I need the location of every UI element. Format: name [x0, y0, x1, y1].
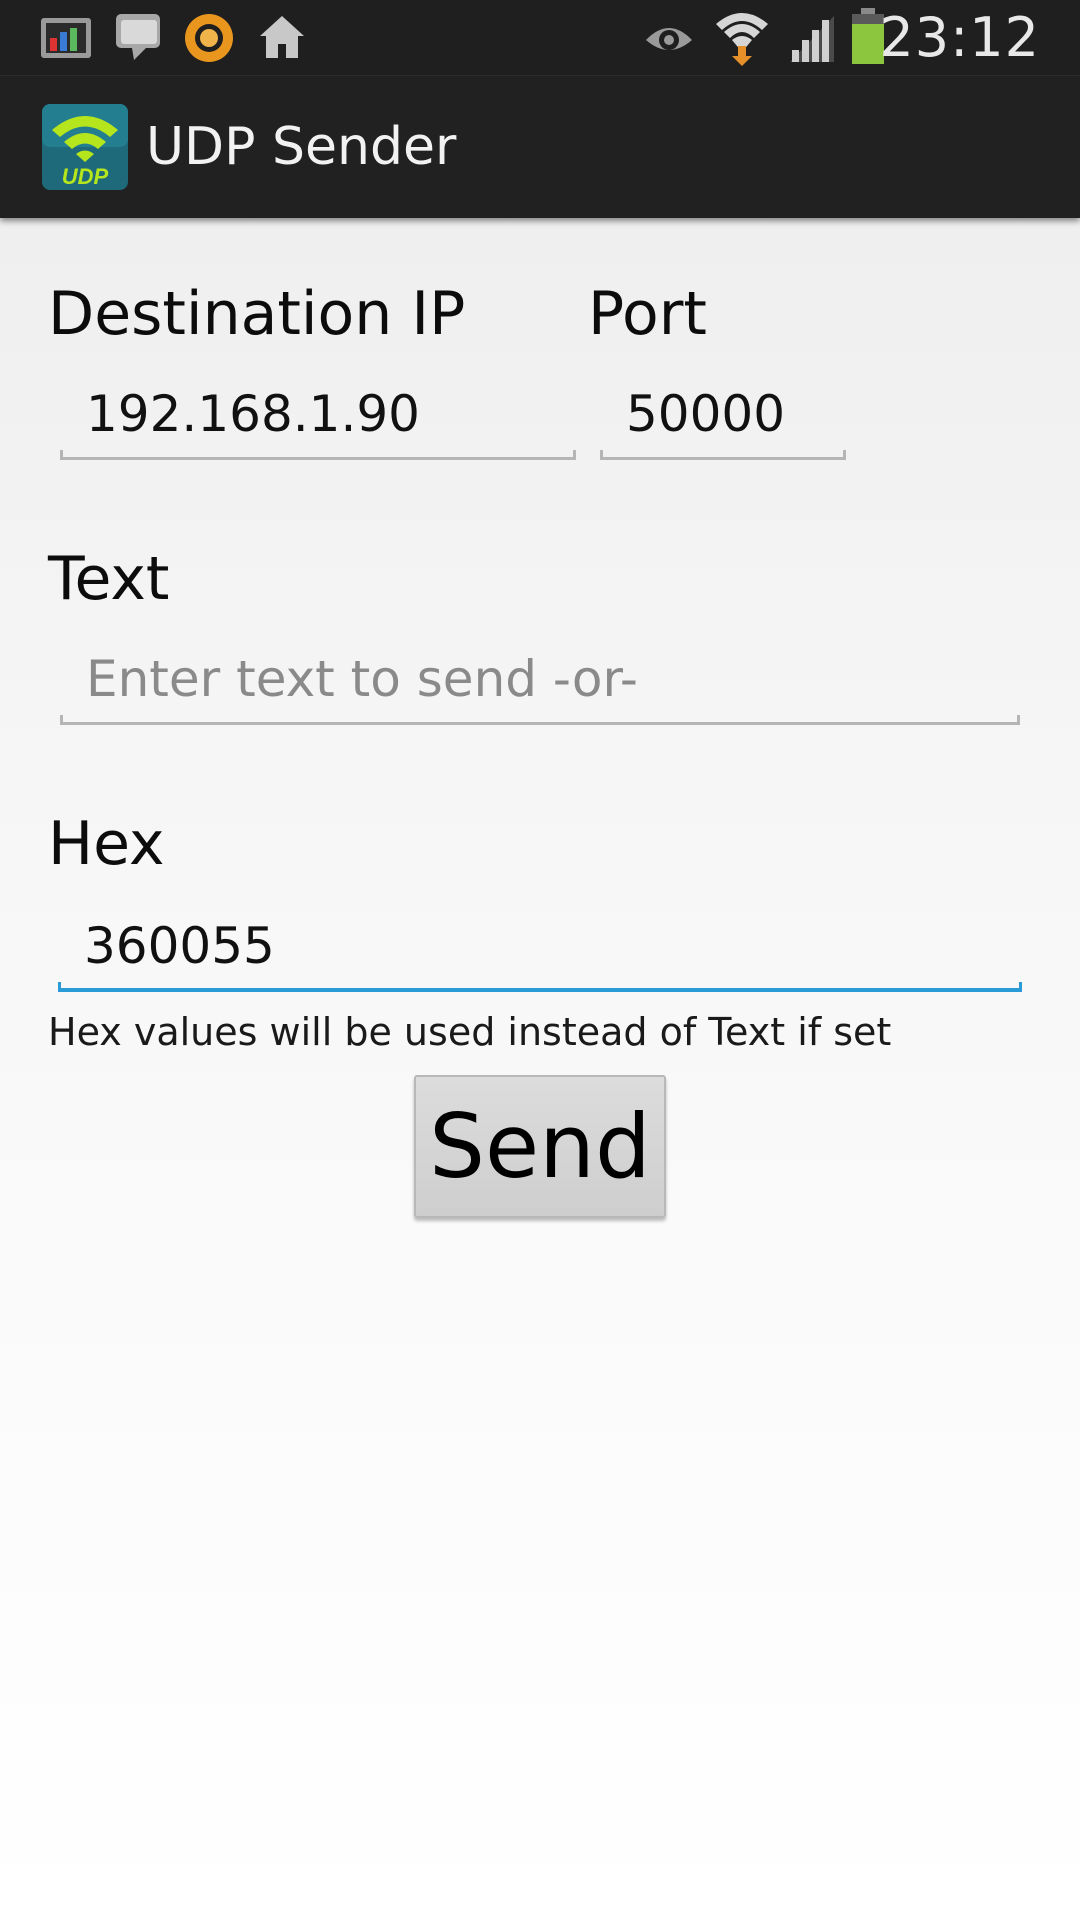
port-label: Port [588, 279, 707, 349]
signal-icon [790, 16, 834, 62]
hex-field[interactable]: 360055 [58, 910, 1022, 992]
udp-logo-icon: UDP [42, 104, 128, 190]
chat-icon [116, 14, 160, 60]
text-underline [60, 715, 1020, 725]
port-value: 50000 [626, 385, 786, 443]
port-underline [600, 450, 846, 460]
home-icon [260, 16, 304, 58]
destination-ip-label: Destination IP [48, 279, 466, 349]
app-title: UDP Sender [146, 117, 457, 177]
destination-ip-value: 192.168.1.90 [86, 385, 420, 443]
clock: 23:12 [879, 6, 1040, 69]
action-bar: UDP UDP Sender [0, 76, 1080, 218]
status-bar: 23:12 [0, 0, 1080, 76]
hex-underline [58, 982, 1022, 992]
text-field[interactable]: Enter text to send -or- [60, 643, 1020, 725]
hex-label: Hex [48, 809, 165, 879]
destination-ip-underline [60, 450, 576, 460]
eye-icon [646, 28, 692, 50]
hex-hint-text: Hex values will be used instead of Text … [48, 1010, 892, 1054]
destination-ip-field[interactable]: 192.168.1.90 [60, 378, 576, 460]
gallery-icon [41, 18, 91, 58]
svg-text:UDP: UDP [62, 164, 109, 189]
wifi-icon [716, 13, 768, 66]
text-label: Text [48, 544, 170, 614]
hex-value: 360055 [84, 917, 275, 975]
app-circle-icon [185, 14, 233, 62]
send-button[interactable]: Send [414, 1075, 666, 1218]
text-placeholder: Enter text to send -or- [86, 650, 638, 708]
port-field[interactable]: 50000 [600, 378, 846, 460]
